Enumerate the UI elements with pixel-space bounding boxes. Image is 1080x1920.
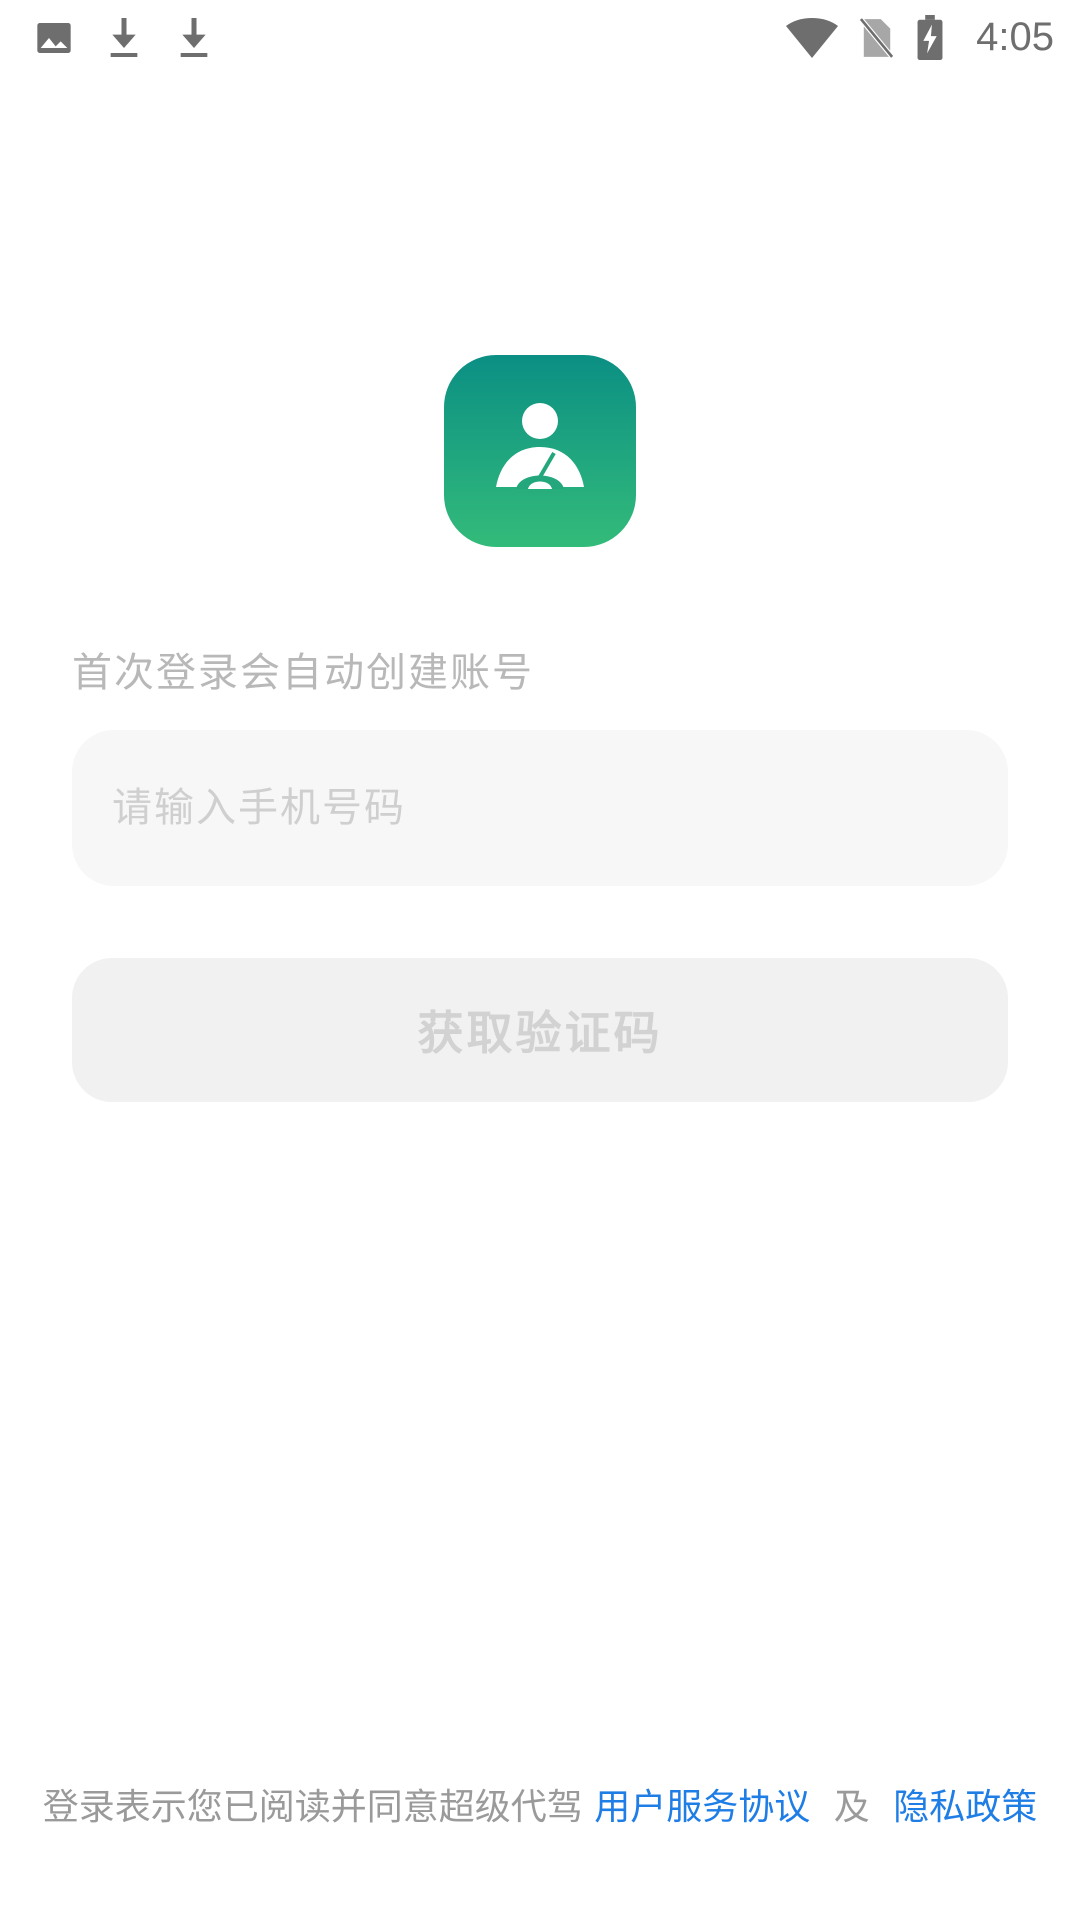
- phone-input-container[interactable]: [72, 730, 1008, 886]
- get-verification-code-button[interactable]: 获取验证码: [72, 958, 1008, 1102]
- image-icon: [34, 18, 74, 58]
- download-icon: [104, 16, 144, 60]
- agreement-text: 登录表示您已阅读并同意超级代驾 用户服务协议 及 隐私政策: [0, 1778, 1080, 1830]
- user-agreement-link[interactable]: 用户服务协议: [594, 1787, 810, 1828]
- no-sim-icon: [860, 17, 895, 59]
- agreement-conjunction: 及: [833, 1787, 870, 1828]
- auto-create-account-hint: 首次登录会自动创建账号: [72, 650, 534, 696]
- wifi-icon: [786, 17, 839, 59]
- status-left-icons: [34, 16, 214, 60]
- phone-number-input[interactable]: [110, 784, 970, 832]
- download-icon: [174, 16, 214, 60]
- status-time: 4:05: [976, 15, 1054, 59]
- battery-charging-icon: [916, 14, 944, 61]
- agreement-prefix: 登录表示您已阅读并同意超级代驾: [42, 1787, 583, 1828]
- driver-steering-wheel-icon: [490, 399, 590, 503]
- app-logo: [444, 355, 636, 547]
- status-bar: 4:05: [0, 0, 1080, 75]
- status-right-icons: 4:05: [786, 14, 1054, 61]
- privacy-policy-link[interactable]: 隐私政策: [893, 1787, 1037, 1828]
